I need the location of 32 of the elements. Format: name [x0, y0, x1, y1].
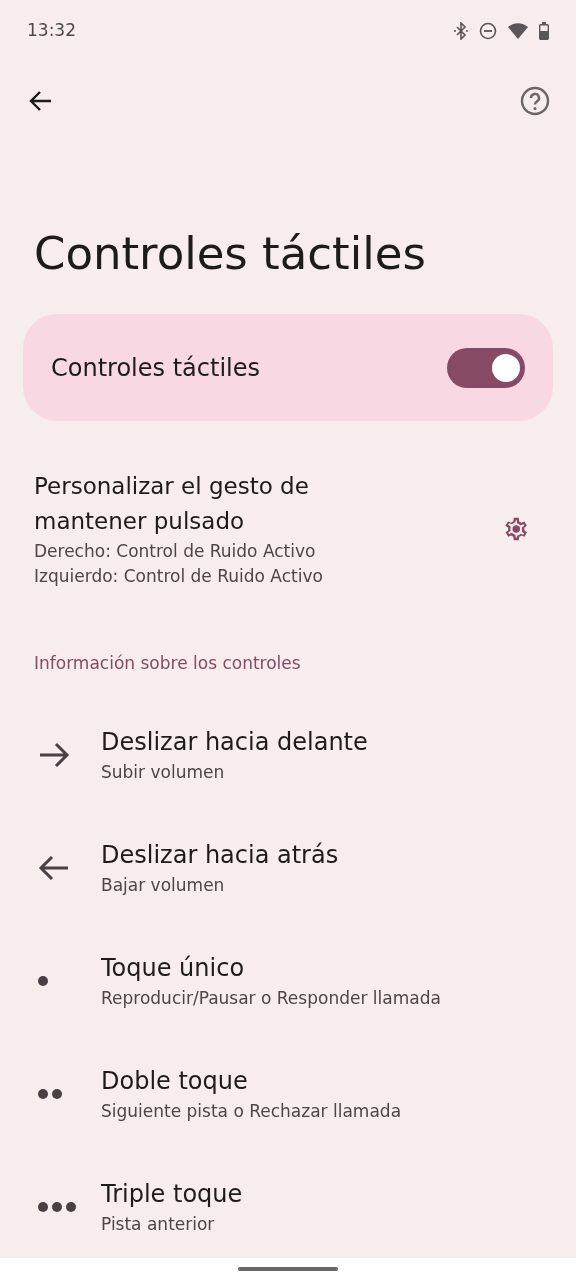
help-icon [520, 86, 550, 116]
do-not-disturb-icon [479, 22, 497, 40]
long-press-setting[interactable]: Personalizar el gesto de mantener pulsado Derecho: Control de Ruido Activo Izquierdo: Control de Ruido Activo [0, 469, 576, 589]
battery-icon [539, 22, 549, 40]
help-button[interactable] [520, 86, 550, 116]
gesture-title: Triple toque [101, 1179, 243, 1210]
section-header: Información sobre los controles [33, 652, 302, 675]
wifi-icon [507, 22, 529, 40]
gesture-description: Bajar volumen [101, 874, 226, 897]
arrow-right-icon [38, 742, 70, 768]
gesture-title: Deslizar hacia atrás [101, 840, 339, 871]
back-icon [28, 90, 52, 112]
gesture-description: Pista anterior [101, 1213, 216, 1236]
gesture-title: Deslizar hacia delante [101, 727, 368, 758]
two-dots-icon [38, 1089, 62, 1099]
setting-summary: Derecho: Control de Ruido Activo [34, 540, 317, 563]
three-dots-icon [38, 1202, 76, 1212]
gesture-title: Toque único [101, 953, 246, 984]
arrow-left-icon [38, 855, 70, 881]
toggle-card[interactable]: Controles táctiles [23, 314, 553, 421]
gesture-description: Reproducir/Pausar o Responder llamada [101, 987, 441, 1010]
setting-summary: Izquierdo: Control de Ruido Activo [34, 565, 324, 588]
gesture-title: Doble toque [101, 1066, 249, 1097]
gesture-description: Subir volumen [101, 761, 226, 784]
bluetooth-icon [453, 22, 469, 40]
setting-title: Personalizar el gesto de mantener pulsado [34, 472, 310, 536]
toggle-switch[interactable] [447, 347, 525, 388]
clock: 13:32 [27, 19, 76, 43]
gesture-description: Siguiente pista o Rechazar llamada [101, 1100, 402, 1123]
page-title: Controles táctiles [33, 226, 427, 282]
toggle-label: Controles táctiles [51, 352, 260, 384]
dot-icon [38, 976, 48, 986]
